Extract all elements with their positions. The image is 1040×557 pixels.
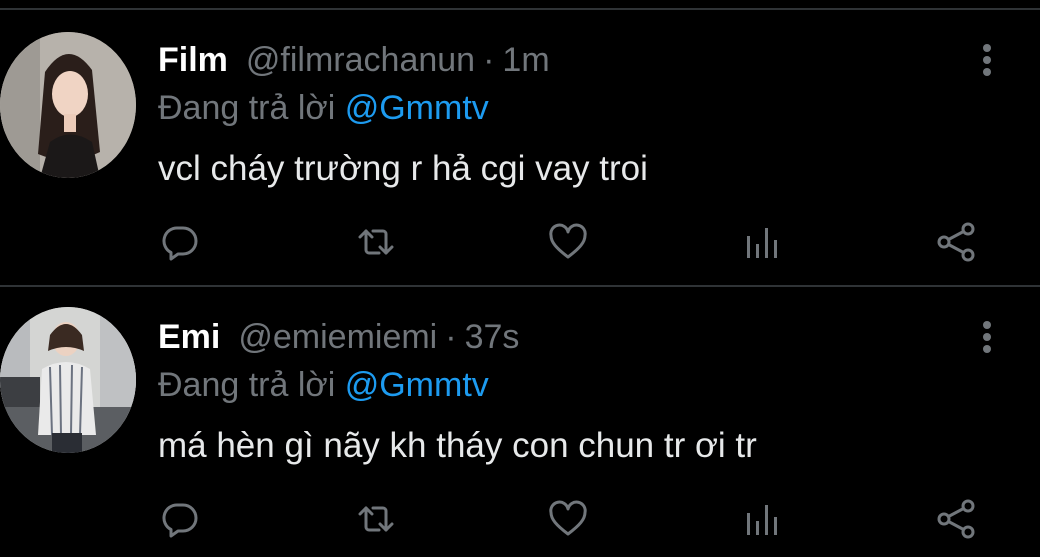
stats-icon[interactable] [743,497,787,541]
replying-to-label: Đang trả lời [158,89,336,127]
reply-icon[interactable] [158,497,202,541]
retweet-icon[interactable] [354,220,398,264]
separator-dot: · [445,318,457,356]
stats-icon[interactable] [743,220,787,264]
action-bar [158,497,988,541]
tweet-card[interactable]: Emi @emiemiemi · 37s Đang trả lời @Gmmtv… [0,287,1040,557]
avatar-photo-icon [0,32,136,178]
share-icon[interactable] [934,497,978,541]
replying-to-label: Đang trả lời [158,366,336,404]
share-icon[interactable] [934,220,978,264]
avatar-photo-icon [0,307,136,453]
like-icon[interactable] [546,220,590,264]
author-handle[interactable]: @filmrachanun [246,38,475,82]
tweet-header: Emi @emiemiemi · 37s [158,315,519,359]
timestamp[interactable]: 37s [465,315,520,359]
more-options-icon[interactable] [970,42,1004,78]
retweet-icon[interactable] [354,497,398,541]
avatar[interactable] [0,32,136,178]
separator-dot: · [483,41,495,79]
mention-link[interactable]: @Gmmtv [345,366,489,404]
replying-to-line: Đang trả lời @Gmmtv [158,363,489,407]
tweet-card[interactable]: Film @filmrachanun · 1m Đang trả lời @Gm… [0,10,1040,280]
tweet-text: má hèn gì nãy kh tháy con chun tr ơi tr [158,426,757,465]
like-icon[interactable] [546,497,590,541]
timestamp[interactable]: 1m [502,38,549,82]
tweet-header: Film @filmrachanun · 1m [158,38,550,82]
replying-to-line: Đang trả lời @Gmmtv [158,86,489,130]
avatar[interactable] [0,307,136,453]
action-bar [158,220,988,264]
tweet-text: vcl cháy trường r hả cgi vay troi [158,149,648,188]
author-name[interactable]: Film [158,38,228,82]
author-name[interactable]: Emi [158,315,220,359]
mention-link[interactable]: @Gmmtv [345,89,489,127]
reply-icon[interactable] [158,220,202,264]
more-options-icon[interactable] [970,319,1004,355]
author-handle[interactable]: @emiemiemi [238,315,437,359]
